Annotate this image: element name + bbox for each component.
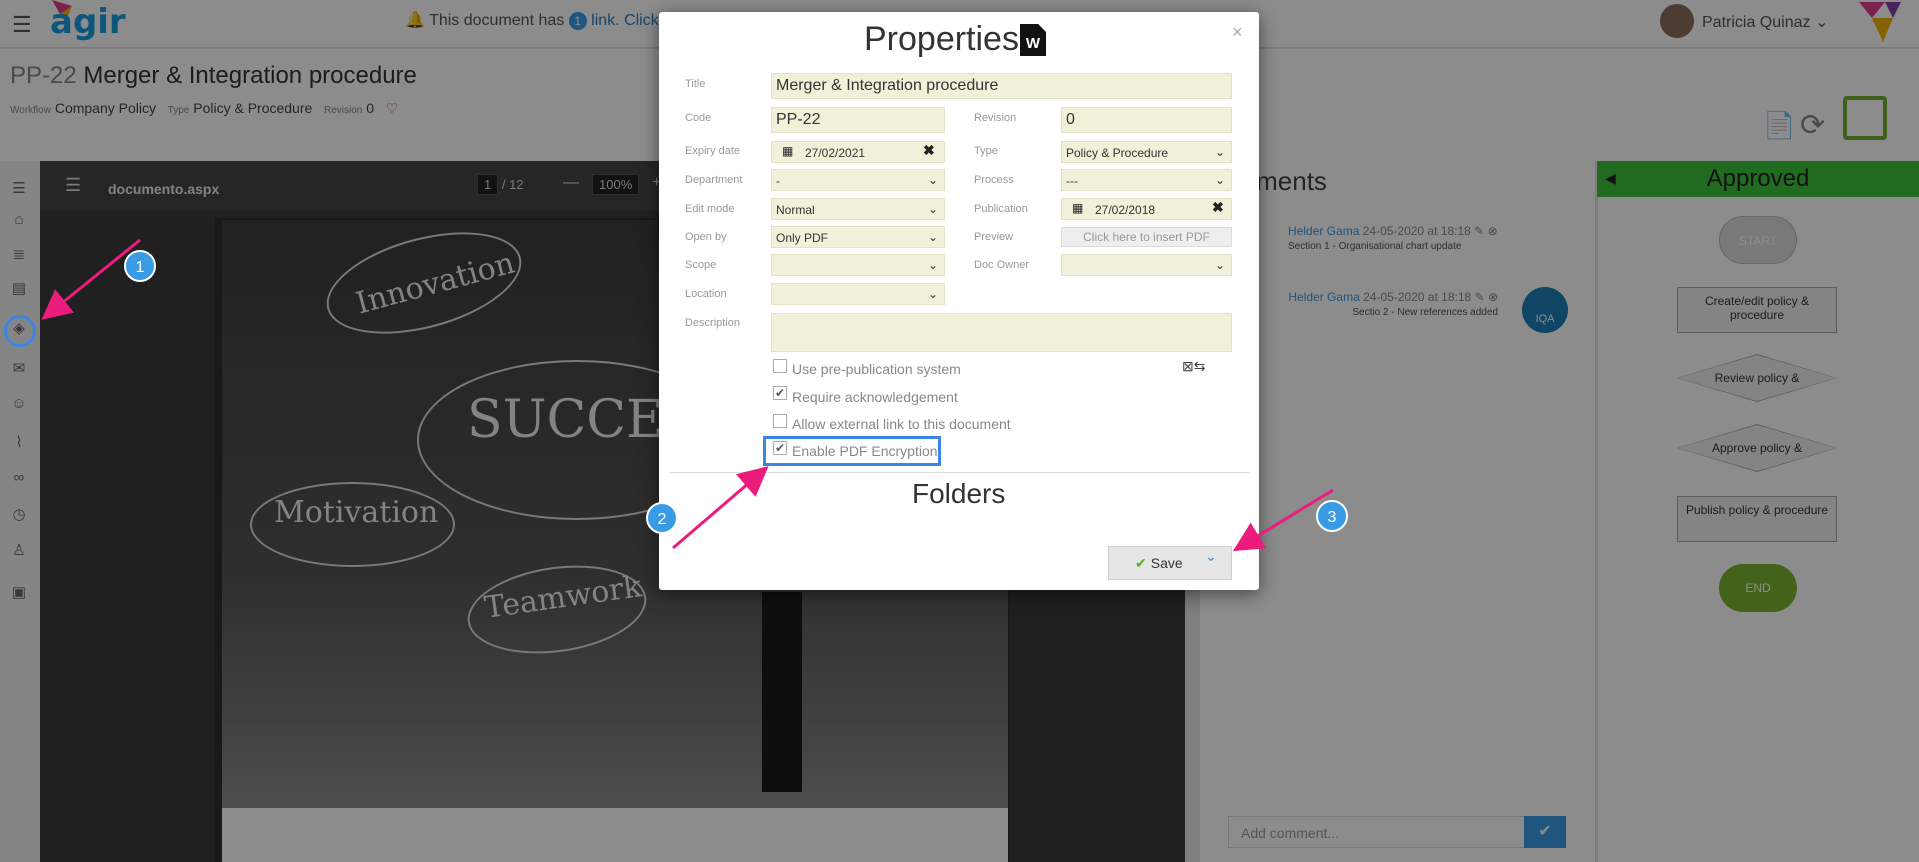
arrow-3 [1232, 488, 1334, 552]
arrow-2 [672, 466, 769, 550]
annotation-arrows [41, 238, 1334, 552]
arrow-1 [41, 238, 141, 320]
